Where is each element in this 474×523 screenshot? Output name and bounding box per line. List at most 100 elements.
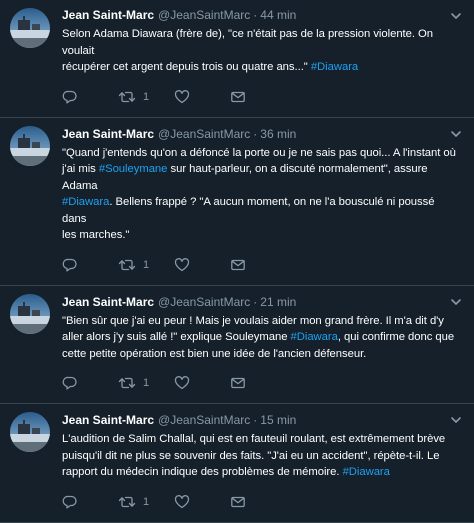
tweet-text-line: aller alors j'y suis allé !" explique So…	[62, 329, 460, 346]
reply-icon	[62, 495, 77, 509]
retweet-icon	[118, 496, 136, 507]
hashtag-link[interactable]: #Diawara	[343, 466, 390, 478]
author-name[interactable]: Jean Saint-Marc	[62, 7, 154, 23]
retweet-icon	[118, 377, 136, 389]
author-name[interactable]: Jean Saint-Marc	[62, 412, 154, 428]
tweet-text-line: "Bien sûr que j'ai eu peur ! Mais je vou…	[62, 313, 460, 330]
like-icon	[174, 376, 190, 390]
like-button[interactable]	[174, 257, 230, 273]
retweet-button[interactable]: 1	[118, 89, 174, 105]
retweet-button[interactable]: 1	[118, 375, 174, 391]
text-segment: Selon Adama Diawara (frère de), "ce n'ét…	[62, 28, 434, 57]
reply-button[interactable]	[62, 494, 118, 510]
retweet-count: 1	[143, 377, 150, 389]
like-button[interactable]	[174, 89, 230, 105]
separator-dot: ·	[253, 413, 258, 427]
tweet-header: Jean Saint-Marc @JeanSaintMarc · 15 min	[62, 412, 460, 428]
tweet-header: Jean Saint-Marc @JeanSaintMarc · 21 min	[62, 294, 460, 310]
text-segment: "Bien sûr que j'ai eu peur ! Mais je vou…	[62, 314, 444, 327]
hashtag-link[interactable]: #Diawara	[311, 61, 358, 73]
retweet-button[interactable]: 1	[118, 257, 174, 273]
tweet-text-line: récupérer cet argent depuis trois ou qua…	[62, 59, 460, 76]
author-handle[interactable]: @JeanSaintMarc	[158, 7, 250, 23]
text-segment: puisqu'il dit ne plus se souvenir des fa…	[62, 449, 440, 462]
direct-message-icon	[231, 496, 245, 507]
direct-message-icon	[231, 91, 245, 102]
tweet[interactable]: Jean Saint-Marc @JeanSaintMarc · 21 min …	[0, 286, 474, 404]
text-segment: récupérer cet argent depuis trois ou qua…	[62, 61, 311, 73]
like-icon	[174, 494, 190, 508]
separator-dot: ·	[253, 8, 258, 22]
tweet-text-line: j'ai mis #Souleymane sur haut-parleur, o…	[62, 161, 460, 194]
tweet[interactable]: Jean Saint-Marc @JeanSaintMarc · 44 min …	[0, 0, 474, 118]
tweet-text: "Bien sûr que j'ai eu peur ! Mais je vou…	[62, 313, 460, 363]
tweet-actions: 1	[62, 488, 460, 516]
retweet-count: 1	[143, 495, 150, 508]
chevron-down-icon[interactable]	[450, 128, 462, 140]
like-icon	[174, 89, 190, 103]
chevron-down-icon[interactable]	[450, 10, 462, 22]
retweet-button[interactable]: 1	[118, 494, 174, 510]
tweet-text-line: Selon Adama Diawara (frère de), "ce n'ét…	[62, 26, 460, 59]
separator-dot: ·	[253, 126, 258, 141]
text-segment: "Quand j'entends qu'on a défoncé la port…	[62, 146, 456, 159]
hashtag-link[interactable]: #Souleymane	[99, 163, 168, 175]
tweet-timestamp[interactable]: 36 min	[260, 126, 296, 142]
chevron-down-icon[interactable]	[450, 414, 462, 426]
like-button[interactable]	[174, 494, 230, 510]
tweet-text: L'audition de Salim Challal, qui est en …	[62, 431, 460, 481]
chevron-down-icon[interactable]	[450, 296, 462, 308]
like-button[interactable]	[174, 375, 230, 391]
author-handle[interactable]: @JeanSaintMarc	[158, 294, 250, 310]
direct-message-button[interactable]	[230, 375, 286, 391]
avatar[interactable]	[10, 293, 50, 334]
tweet-text: "Quand j'entends qu'on a défoncé la port…	[62, 145, 460, 244]
text-segment: les marches."	[62, 229, 130, 241]
text-segment: , qui confirme donc que	[337, 331, 455, 343]
reply-icon	[62, 258, 77, 272]
tweet-text-line: "Quand j'entends qu'on a défoncé la port…	[62, 145, 460, 162]
tweet-actions: 1	[62, 251, 460, 279]
tweet-text-line: L'audition de Salim Challal, qui est en …	[62, 431, 460, 448]
retweet-icon	[118, 91, 136, 102]
hashtag-link[interactable]: #Diawara	[62, 196, 109, 208]
tweet[interactable]: Jean Saint-Marc @JeanSaintMarc · 15 min …	[0, 404, 474, 523]
tweet-timestamp[interactable]: 44 min	[260, 7, 296, 23]
reply-icon	[62, 90, 77, 104]
author-name[interactable]: Jean Saint-Marc	[62, 294, 154, 310]
text-segment: aller alors j'y suis allé !" explique So…	[62, 331, 291, 343]
avatar[interactable]	[10, 8, 50, 48]
text-segment: . Bellens frappé ? "A aucun moment, on n…	[62, 196, 435, 225]
author-name[interactable]: Jean Saint-Marc	[62, 126, 154, 142]
tweet-header: Jean Saint-Marc @JeanSaintMarc · 36 min	[62, 126, 460, 142]
direct-message-icon	[231, 377, 245, 389]
tweet-actions: 1	[62, 369, 460, 397]
avatar[interactable]	[10, 412, 50, 452]
direct-message-icon	[231, 259, 245, 270]
reply-button[interactable]	[62, 375, 118, 391]
author-handle[interactable]: @JeanSaintMarc	[158, 126, 250, 142]
reply-button[interactable]	[62, 89, 118, 105]
tweet-text-line: #Diawara. Bellens frappé ? "A aucun mome…	[62, 194, 460, 227]
text-segment: cette petite opération est bien une idée…	[62, 347, 367, 360]
tweet-text-line: cette petite opération est bien une idée…	[62, 346, 460, 363]
avatar[interactable]	[10, 125, 50, 166]
direct-message-button[interactable]	[230, 257, 286, 273]
tweet[interactable]: Jean Saint-Marc @JeanSaintMarc · 36 min …	[0, 118, 474, 286]
retweet-count: 1	[143, 90, 150, 103]
author-handle[interactable]: @JeanSaintMarc	[158, 412, 250, 428]
like-icon	[174, 257, 190, 271]
reply-button[interactable]	[62, 257, 118, 273]
text-segment: rapport du médecin indique des problèmes…	[62, 466, 343, 478]
hashtag-link[interactable]: #Diawara	[291, 331, 338, 343]
direct-message-button[interactable]	[230, 89, 286, 105]
separator-dot: ·	[253, 294, 258, 309]
tweet-timestamp[interactable]: 15 min	[260, 412, 296, 428]
tweet-text: Selon Adama Diawara (frère de), "ce n'ét…	[62, 26, 460, 76]
reply-icon	[62, 376, 77, 390]
retweet-icon	[118, 259, 136, 270]
tweet-text-line: les marches."	[62, 227, 460, 244]
text-segment: L'audition de Salim Challal, qui est en …	[62, 433, 446, 445]
tweet-timestamp[interactable]: 21 min	[260, 294, 296, 310]
direct-message-button[interactable]	[230, 494, 286, 510]
